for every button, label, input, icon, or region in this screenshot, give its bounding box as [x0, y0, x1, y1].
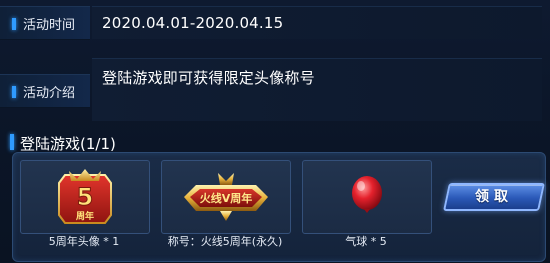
reward-slot-2[interactable]: 火线V周年: [161, 160, 291, 234]
event-time-value: 2020.04.01-2020.04.15: [102, 14, 284, 32]
event-time-label: 活动时间: [23, 18, 76, 33]
reward-caption-3: 气球 * 5: [345, 235, 387, 248]
event-time-value-box: 2020.04.01-2020.04.15: [92, 6, 542, 39]
task-title: 登陆游戏(1/1): [20, 135, 116, 153]
event-intro-value-box: 登陆游戏即可获得限定头像称号: [92, 58, 542, 121]
reward-slot-3[interactable]: [302, 160, 432, 234]
reward-caption-2: 称号：火线5周年(永久): [167, 235, 283, 248]
claim-button-label: 领取: [475, 189, 513, 205]
reward-panel: 5 周年 5周年头像 * 1 火线V周年 称号：火线5周年(永久) 气球 * 5…: [12, 152, 546, 262]
event-intro-label: 活动介绍: [23, 86, 76, 101]
event-intro-label-box: 活动介绍: [0, 74, 90, 108]
accent-bar: [12, 18, 16, 30]
balloon-icon: [352, 176, 382, 213]
reward-slot-1[interactable]: 5 周年: [20, 160, 150, 234]
event-intro-value: 登陆游戏即可获得限定头像称号: [102, 69, 315, 87]
title-badge-icon: 火线V周年: [184, 173, 268, 221]
accent-bar: [12, 86, 16, 98]
svg-text:周年: 周年: [76, 210, 94, 222]
accent-bar: [10, 134, 14, 150]
svg-text:火线V周年: 火线V周年: [200, 191, 253, 205]
claim-button[interactable]: 领取: [443, 183, 545, 211]
reward-caption-1: 5周年头像 * 1: [48, 235, 120, 248]
avatar-frame-icon: 5 周年: [58, 169, 112, 224]
task-title-row: 登陆游戏(1/1): [6, 132, 542, 154]
event-time-label-box: 活动时间: [0, 6, 90, 40]
svg-text:5: 5: [77, 183, 94, 211]
